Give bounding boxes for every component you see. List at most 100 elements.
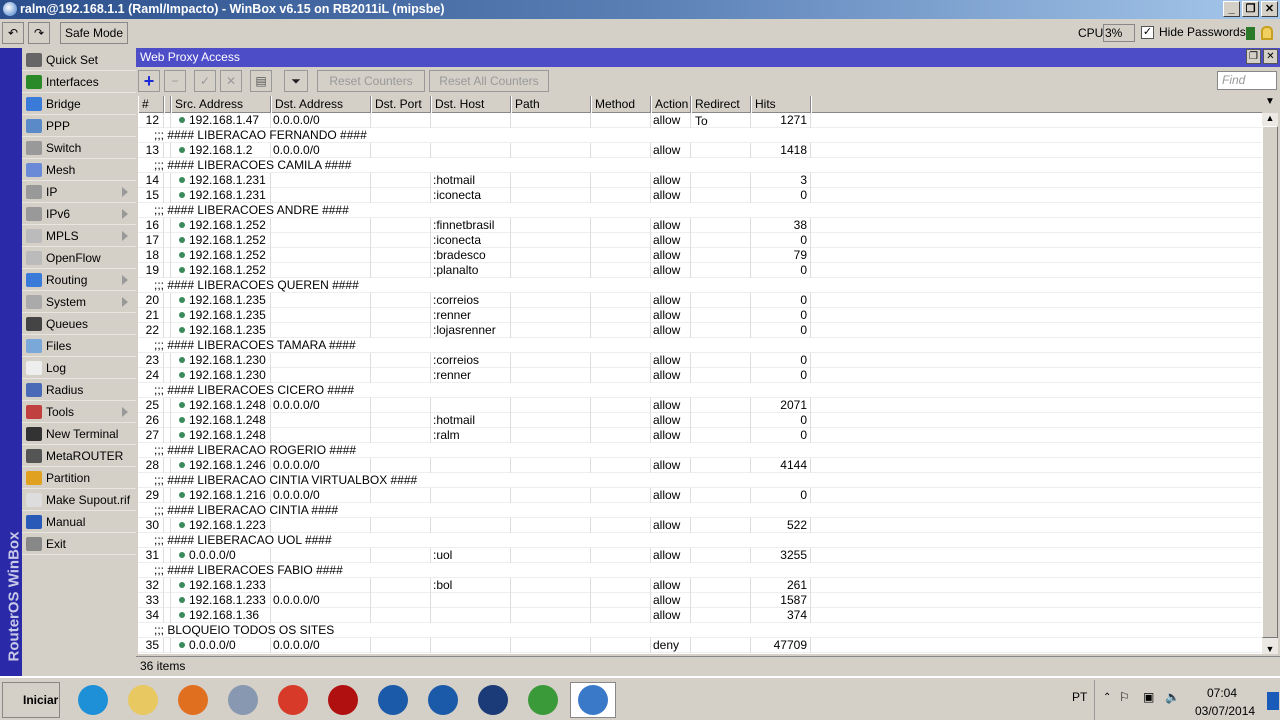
scroll-down-icon[interactable]: ▼ (1262, 644, 1278, 654)
taskbar-chrome[interactable] (270, 682, 316, 718)
table-row[interactable]: 30 192.168.1.223 allow 522 (138, 518, 1262, 533)
column-header[interactable]: Dst. Host (431, 96, 511, 113)
table-row[interactable]: 20 192.168.1.235:correios allow 0 (138, 293, 1262, 308)
sidebar-item-log[interactable]: Log (22, 357, 136, 379)
reset-all-counters-button[interactable]: Reset All Counters (429, 70, 549, 92)
table-row[interactable]: 19 192.168.1.252:planalto allow 0 (138, 263, 1262, 278)
table-row[interactable]: 32 192.168.1.233:bol allow 261 (138, 578, 1262, 593)
taskbar-editor[interactable] (520, 682, 566, 718)
restore-window-button[interactable]: ❐ (1246, 49, 1261, 64)
sidebar-item-bridge[interactable]: Bridge (22, 93, 136, 115)
table-row[interactable]: 24 192.168.1.230:renner allow 0 (138, 368, 1262, 383)
table-row[interactable]: 16 192.168.1.252:finnetbrasil allow 38 (138, 218, 1262, 233)
redo-button[interactable]: ↷ (28, 22, 50, 44)
filter-button[interactable]: ⏷ (284, 70, 308, 92)
sidebar-item-ppp[interactable]: PPP (22, 115, 136, 137)
comment-row[interactable]: ;;; #### LIBERACOES CICERO #### (138, 383, 1262, 398)
reset-counters-button[interactable]: Reset Counters (317, 70, 425, 92)
safe-mode-button[interactable]: Safe Mode (60, 22, 128, 44)
table-row[interactable]: 29 192.168.1.216 0.0.0.0/0 allow 0 (138, 488, 1262, 503)
network-icon[interactable]: ▣ (1143, 690, 1154, 704)
column-header[interactable]: Src. Address (171, 96, 271, 113)
scroll-thumb[interactable] (1262, 126, 1278, 638)
taskbar-settings[interactable] (220, 682, 266, 718)
comment-row[interactable]: ;;; #### LIBERACAO CINTIA VIRTUALBOX ###… (138, 473, 1262, 488)
table-row[interactable]: 23 192.168.1.230:correios allow 0 (138, 353, 1262, 368)
sidebar-item-switch[interactable]: Switch (22, 137, 136, 159)
table-row[interactable]: 14 192.168.1.231:hotmail allow 3 (138, 173, 1262, 188)
sidebar-item-system[interactable]: System (22, 291, 136, 313)
hide-passwords-checkbox[interactable]: ✓ (1141, 25, 1154, 39)
show-desktop-button[interactable] (1267, 692, 1279, 710)
table-row[interactable]: 35 0.0.0.0/0 0.0.0.0/0 deny 47709 (138, 638, 1262, 653)
table-row[interactable]: 28 192.168.1.246 0.0.0.0/0 allow 4144 (138, 458, 1262, 473)
minimize-button[interactable]: _ (1223, 1, 1240, 17)
column-header[interactable] (164, 96, 171, 113)
comment-row[interactable]: ;;; #### LIBERACAO FERNANDO #### (138, 128, 1262, 143)
sidebar-item-partition[interactable]: Partition (22, 467, 136, 489)
sidebar-item-mesh[interactable]: Mesh (22, 159, 136, 181)
table-row[interactable]: 13 192.168.1.2 0.0.0.0/0 allow 1418 (138, 143, 1262, 158)
sidebar-item-routing[interactable]: Routing (22, 269, 136, 291)
table-row[interactable]: 31 0.0.0.0/0:uol allow 3255 (138, 548, 1262, 563)
column-header[interactable]: # (138, 96, 164, 113)
sidebar-item-new-terminal[interactable]: New Terminal (22, 423, 136, 445)
disable-button[interactable]: ✕ (220, 70, 242, 92)
table-row[interactable]: 21 192.168.1.235:renner allow 0 (138, 308, 1262, 323)
taskbar-media-player[interactable] (170, 682, 216, 718)
comment-row[interactable]: ;;; #### LIEBERACAO UOL #### (138, 533, 1262, 548)
sidebar-item-queues[interactable]: Queues (22, 313, 136, 335)
table-row[interactable]: 15 192.168.1.231:iconecta allow 0 (138, 188, 1262, 203)
sidebar-item-metarouter[interactable]: MetaROUTER (22, 445, 136, 467)
table-row[interactable]: 17 192.168.1.252:iconecta allow 0 (138, 233, 1262, 248)
comment-row[interactable]: ;;; #### LIBERACAO CINTIA #### (138, 503, 1262, 518)
vertical-scrollbar[interactable]: ▼ ▲ ▼ (1262, 96, 1278, 654)
column-header[interactable]: Action (651, 96, 691, 113)
comment-row[interactable]: ;;; #### LIBERACOES QUEREN #### (138, 278, 1262, 293)
language-indicator[interactable]: PT (1072, 690, 1087, 704)
taskbar-filezilla[interactable] (320, 682, 366, 718)
close-window-button[interactable]: ✕ (1263, 49, 1278, 64)
find-input[interactable]: Find (1217, 71, 1277, 90)
sidebar-item-openflow[interactable]: OpenFlow (22, 247, 136, 269)
taskbar-internet-explorer[interactable] (70, 682, 116, 718)
comment-row[interactable]: ;;; BLOQUEIO TODOS OS SITES (138, 623, 1262, 638)
table-row[interactable]: 33 192.168.1.233 0.0.0.0/0 allow 1587 (138, 593, 1262, 608)
hide-passwords-toggle[interactable]: ✓ Hide Passwords (1141, 25, 1246, 39)
comment-row[interactable]: ;;; #### LIBERACOES TAMARA #### (138, 338, 1262, 353)
sidebar-item-make-supout-rif[interactable]: Make Supout.rif (22, 489, 136, 511)
comment-row[interactable]: ;;; #### LIBERACOES ANDRE #### (138, 203, 1262, 218)
sidebar-item-exit[interactable]: Exit (22, 533, 136, 555)
sidebar-item-manual[interactable]: Manual (22, 511, 136, 533)
taskbar-file-explorer[interactable] (120, 682, 166, 718)
start-button[interactable]: Iniciar (2, 682, 60, 718)
add-button[interactable]: + (138, 70, 160, 92)
sidebar-item-quick-set[interactable]: Quick Set (22, 49, 136, 71)
clock-date[interactable]: 03/07/2014 (1195, 704, 1255, 718)
volume-icon[interactable]: 🔈 (1165, 690, 1180, 704)
table-row[interactable]: 12 192.168.1.47 0.0.0.0/0 allow 1271 (138, 113, 1262, 128)
comment-row[interactable]: ;;; #### LIBERACOES FABIO #### (138, 563, 1262, 578)
column-header[interactable]: Path (511, 96, 591, 113)
scroll-up-icon[interactable]: ▲ (1262, 113, 1278, 126)
enable-button[interactable]: ✓ (194, 70, 216, 92)
taskbar-app-2[interactable] (420, 682, 466, 718)
sidebar-item-ip[interactable]: IP (22, 181, 136, 203)
table-row[interactable]: 26 192.168.1.248:hotmail allow 0 (138, 413, 1262, 428)
column-header[interactable]: Method (591, 96, 651, 113)
column-header[interactable]: Dst. Address (271, 96, 371, 113)
sidebar-item-ipv6[interactable]: IPv6 (22, 203, 136, 225)
table-row[interactable]: 27 192.168.1.248:ralm allow 0 (138, 428, 1262, 443)
clock-time[interactable]: 07:04 (1207, 686, 1237, 700)
close-button[interactable]: ✕ (1261, 1, 1278, 17)
show-hidden-icons[interactable]: ⌃ (1103, 692, 1111, 703)
comment-row[interactable]: ;;; #### LIBERACOES CAMILA #### (138, 158, 1262, 173)
table-row[interactable]: 34 192.168.1.36 allow 374 (138, 608, 1262, 623)
taskbar-winbox[interactable] (570, 682, 616, 718)
sidebar-item-tools[interactable]: Tools (22, 401, 136, 423)
undo-button[interactable]: ↶ (2, 22, 24, 44)
table-row[interactable]: 25 192.168.1.248 0.0.0.0/0 allow 2071 (138, 398, 1262, 413)
sidebar-item-files[interactable]: Files (22, 335, 136, 357)
column-header[interactable]: Dst. Port (371, 96, 431, 113)
taskbar-app-3[interactable] (470, 682, 516, 718)
